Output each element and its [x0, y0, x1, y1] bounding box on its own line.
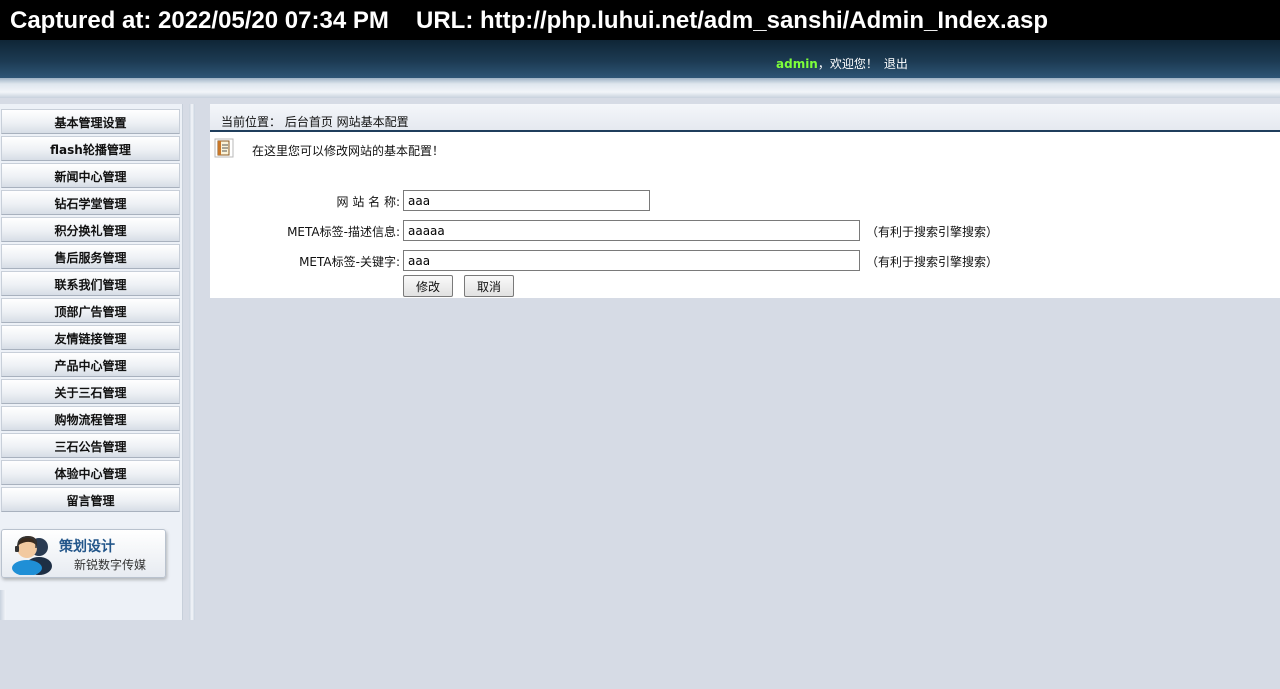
sidebar-item-friend-links[interactable]: 友情链接管理: [1, 325, 180, 350]
username: admin: [776, 57, 818, 71]
meta-description-label: META标签-描述信息:: [287, 225, 400, 239]
sidebar-item-points-gift[interactable]: 积分换礼管理: [1, 217, 180, 242]
sidebar-item-shopping-flow[interactable]: 购物流程管理: [1, 406, 180, 431]
sidebar-item-flash-carousel[interactable]: flash轮播管理: [1, 136, 180, 161]
sidebar-item-news-center[interactable]: 新闻中心管理: [1, 163, 180, 188]
sidebar-divider[interactable]: [189, 104, 195, 620]
sidebar-item-messages[interactable]: 留言管理: [1, 487, 180, 512]
meta-keywords-hint: （有利于搜索引擎搜索）: [866, 255, 999, 269]
captured-url-text: URL: http://php.luhui.net/adm_sanshi/Adm…: [416, 7, 1049, 34]
sidebar-item-after-sales[interactable]: 售后服务管理: [1, 244, 180, 269]
notepad-icon: [214, 138, 234, 161]
sidebar-item-product-center[interactable]: 产品中心管理: [1, 352, 180, 377]
sidebar-item-diamond-school[interactable]: 钻石学堂管理: [1, 190, 180, 215]
logout-link[interactable]: 退出: [884, 57, 908, 71]
sidebar-item-announcements[interactable]: 三石公告管理: [1, 433, 180, 458]
content-panel: 当前位置： 后台首页 网站基本配置 在这里您可以修改网站的基本配置！ 网 站 名…: [210, 104, 1280, 298]
header-stripe: [0, 78, 1280, 98]
meta-description-hint: （有利于搜索引擎搜索）: [866, 225, 999, 239]
capture-bar: Captured at: 2022/05/20 07:34 PM URL: ht…: [0, 0, 1280, 40]
sidebar-bottom-strip: [0, 590, 6, 620]
breadcrumb: 当前位置： 后台首页 网站基本配置: [210, 104, 1280, 132]
submit-button[interactable]: 修改: [403, 275, 453, 297]
meta-keywords-label: META标签-关键字:: [299, 255, 400, 269]
user-area: admin，欢迎您！ 退出: [776, 55, 908, 72]
meta-description-input[interactable]: [403, 220, 860, 241]
promo-badge: 策划设计 新锐数字传媒: [1, 529, 166, 578]
captured-at-text: Captured at: 2022/05/20 07:34 PM: [10, 7, 389, 34]
cancel-button[interactable]: 取消: [464, 275, 514, 297]
sidebar-item-experience-center[interactable]: 体验中心管理: [1, 460, 180, 485]
meta-keywords-input[interactable]: [403, 250, 860, 271]
site-name-label: 网 站 名 称:: [336, 195, 401, 209]
sidebar-item-contact-us[interactable]: 联系我们管理: [1, 271, 180, 296]
sidebar-item-basic-settings[interactable]: 基本管理设置: [1, 109, 180, 134]
site-name-input[interactable]: [403, 190, 650, 211]
sidebar-item-about-sanshi[interactable]: 关于三石管理: [1, 379, 180, 404]
top-header: admin，欢迎您！ 退出: [0, 40, 1280, 78]
intro-text: 在这里您可以修改网站的基本配置！: [252, 144, 445, 158]
breadcrumb-text: 当前位置： 后台首页 网站基本配置: [221, 115, 409, 129]
sidebar-item-top-ads[interactable]: 顶部广告管理: [1, 298, 180, 323]
promo-title: 策划设计: [59, 539, 115, 555]
support-avatar-icon: [9, 533, 55, 578]
promo-subtitle: 新锐数字传媒: [74, 558, 147, 572]
welcome-text: ，欢迎您！: [817, 57, 878, 71]
